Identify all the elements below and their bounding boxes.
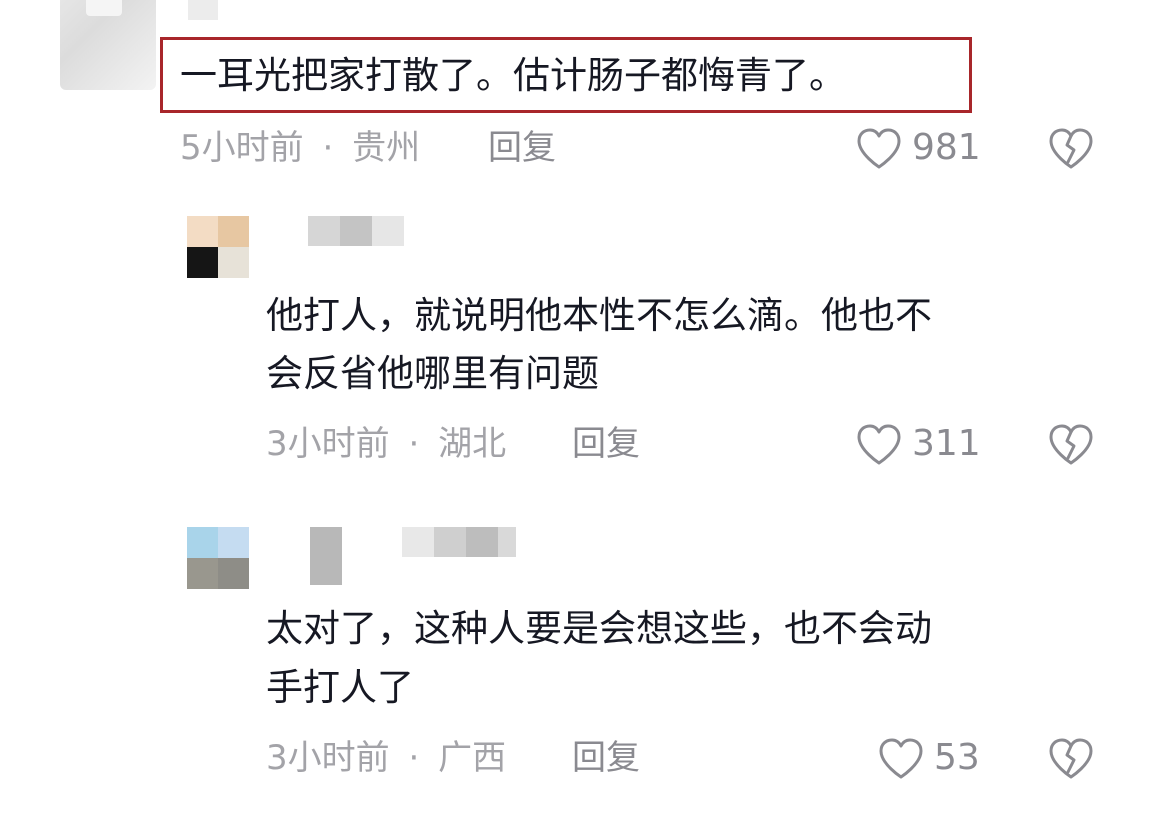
username-blurred-comment-1[interactable] <box>188 0 218 20</box>
username-blurred-comment-2[interactable] <box>308 216 404 246</box>
meta-separator: · <box>322 128 334 168</box>
comment-3-like-count: 53 <box>934 737 980 778</box>
heart-outline-icon[interactable] <box>856 424 902 466</box>
meta-separator: · <box>408 424 420 464</box>
avatar-pixel <box>218 216 249 247</box>
comment-2-like-count: 311 <box>912 423 981 464</box>
username-blurred-comment-3[interactable] <box>310 527 516 585</box>
heart-outline-icon[interactable] <box>878 738 924 780</box>
comment-1-reply-button[interactable]: 回复 <box>488 128 556 168</box>
broken-heart-icon[interactable] <box>1047 424 1095 466</box>
comment-3-meta: 3小时前 · 广西 <box>266 738 506 778</box>
avatar-comment-1[interactable] <box>60 0 156 90</box>
comment-3-reply-button[interactable]: 回复 <box>572 738 640 778</box>
comment-2-meta: 3小时前 · 湖北 <box>266 424 506 464</box>
comment-1-time: 5小时前 <box>180 128 304 168</box>
avatar-comment-2[interactable] <box>187 216 249 278</box>
comment-3-time: 3小时前 <box>266 738 390 778</box>
comment-1-location: 贵州 <box>352 128 421 168</box>
avatar-pixel <box>218 247 249 278</box>
avatar-pixel <box>218 527 249 558</box>
comment-2-text-line-1: 他打人，就说明他本性不怎么滴。他也不 <box>266 294 932 337</box>
meta-separator: · <box>408 738 420 778</box>
comment-3-text-line-1: 太对了，这种人要是会想这些，也不会动 <box>266 607 932 650</box>
comment-3-text-line-2: 手打人了 <box>266 666 414 709</box>
comment-2-location: 湖北 <box>438 424 507 464</box>
avatar-comment-3[interactable] <box>187 527 249 589</box>
comment-1-meta: 5小时前 · 贵州 <box>180 128 420 168</box>
comment-2-reply-button[interactable]: 回复 <box>572 424 640 464</box>
avatar-pixel <box>187 216 218 247</box>
comment-1-text: 一耳光把家打散了。估计肠子都悔青了。 <box>180 54 846 97</box>
heart-outline-icon[interactable] <box>856 128 902 170</box>
avatar-pixel <box>187 558 218 589</box>
broken-heart-icon[interactable] <box>1047 738 1095 780</box>
avatar-pixel <box>187 527 218 558</box>
avatar-pixel <box>187 247 218 278</box>
broken-heart-icon[interactable] <box>1047 128 1095 170</box>
comment-2-time: 3小时前 <box>266 424 390 464</box>
comment-1-like-count: 981 <box>912 127 981 168</box>
comment-2-text-line-2: 会反省他哪里有问题 <box>266 352 599 395</box>
avatar-pixel <box>218 558 249 589</box>
comment-3-location: 广西 <box>438 738 507 778</box>
